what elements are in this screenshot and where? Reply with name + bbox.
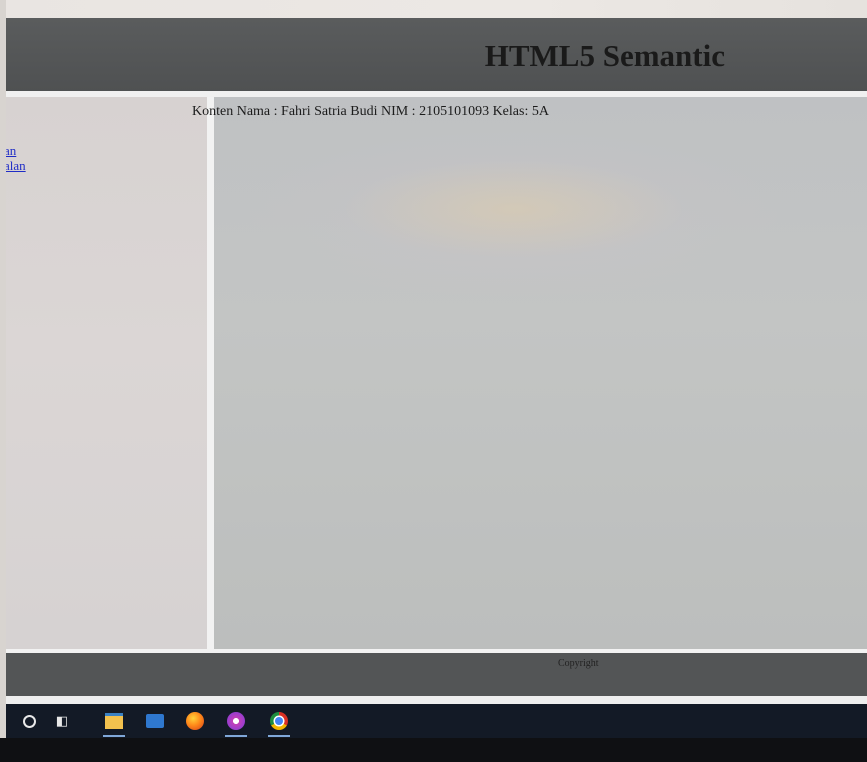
nav-link-1[interactable]: an [6, 143, 26, 158]
windows-taskbar: ◧ [6, 704, 867, 738]
nav-link-2[interactable]: alan [6, 158, 26, 173]
main-content: Konten Nama : Fahri Satria Budi NIM : 21… [192, 97, 867, 649]
site-footer: Copyright [6, 653, 867, 696]
cortana-circle-icon [22, 714, 36, 728]
nav-list: an alan [6, 143, 26, 173]
nav-item: alan [6, 158, 26, 173]
firefox-button[interactable] [180, 704, 210, 738]
footer-copyright: Copyright [558, 658, 599, 669]
monitor-bezel-top [0, 0, 867, 18]
task-view-button[interactable]: ◧ [47, 704, 77, 738]
monitor-bezel-bottom [0, 738, 867, 762]
browser-viewport: HTML5 Semantic an alan Konten Nama : Fah… [6, 18, 867, 704]
file-explorer-icon [105, 713, 123, 729]
nav-item: an [6, 143, 26, 158]
cortana-button[interactable] [14, 704, 44, 738]
content-text: Konten Nama : Fahri Satria Budi NIM : 21… [192, 104, 549, 119]
site-title: HTML5 Semantic [484, 38, 725, 73]
chrome-icon [270, 712, 288, 730]
file-explorer-button[interactable] [99, 704, 129, 738]
chrome-button[interactable] [264, 704, 294, 738]
task-view-icon: ◧ [55, 713, 69, 729]
browser-button[interactable] [221, 704, 251, 738]
firefox-icon [186, 712, 204, 730]
site-header: HTML5 Semantic [6, 18, 867, 91]
browser-icon [227, 712, 245, 730]
column-divider [207, 97, 214, 649]
sidebar-nav: an alan [6, 97, 207, 649]
mail-button[interactable] [140, 704, 170, 738]
mail-icon [146, 714, 164, 728]
screen-bottom-edge [6, 696, 867, 704]
